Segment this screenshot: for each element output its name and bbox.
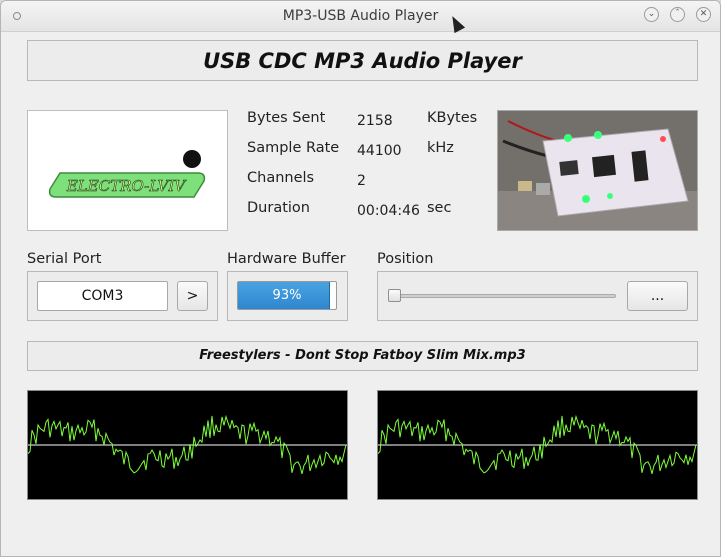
sample-rate-value: 44100: [357, 143, 402, 159]
track-name-frame: Freestylers - Dont Stop Fatboy Slim Mix.…: [27, 341, 698, 371]
logo-panel: ELECTRO-LVIV: [27, 110, 228, 231]
left-channel-scope: [27, 390, 348, 500]
browse-file-button[interactable]: ...: [627, 281, 688, 311]
sample-rate-label: Sample Rate: [247, 140, 340, 156]
logo-text: ELECTRO-LVIV: [66, 177, 187, 195]
window-title: MP3-USB Audio Player: [282, 8, 439, 24]
hardware-buffer-label: Hardware Buffer: [227, 251, 346, 267]
app-heading: USB CDC MP3 Audio Player: [203, 49, 522, 73]
app-window: MP3-USB Audio Player ⌄ ˆ ✕ USB CDC MP3 A…: [0, 0, 721, 557]
title-bar[interactable]: MP3-USB Audio Player ⌄ ˆ ✕: [1, 1, 720, 32]
position-slider-track[interactable]: [393, 294, 616, 298]
duration-value: 00:04:46: [357, 203, 420, 219]
device-photo: [497, 110, 698, 231]
channels-label: Channels: [247, 170, 315, 186]
buffer-progress-text: 93%: [272, 288, 302, 303]
duration-label: Duration: [247, 200, 310, 216]
bytes-sent-unit: KBytes: [427, 110, 478, 126]
chevron-down-icon[interactable]: ⌄: [644, 7, 659, 22]
serial-port-label: Serial Port: [27, 251, 102, 267]
duration-unit: sec: [427, 200, 452, 216]
header-frame: USB CDC MP3 Audio Player: [27, 40, 698, 81]
track-name: Freestylers - Dont Stop Fatboy Slim Mix.…: [199, 348, 526, 363]
chevron-up-icon[interactable]: ˆ: [670, 7, 685, 22]
right-channel-scope: [377, 390, 698, 500]
buffer-progress-bar: 93%: [237, 281, 337, 310]
bytes-sent-value: 2158: [357, 113, 393, 129]
close-icon[interactable]: ✕: [696, 7, 711, 22]
position-label: Position: [377, 251, 434, 267]
position-slider-handle[interactable]: [388, 289, 401, 302]
connect-button[interactable]: >: [177, 281, 208, 311]
bytes-sent-label: Bytes Sent: [247, 110, 326, 126]
serial-port-field[interactable]: COM3: [37, 281, 168, 311]
sample-rate-unit: kHz: [427, 140, 454, 156]
electro-lviv-logo: ELECTRO-LVIV: [48, 150, 206, 198]
channels-value: 2: [357, 173, 366, 189]
